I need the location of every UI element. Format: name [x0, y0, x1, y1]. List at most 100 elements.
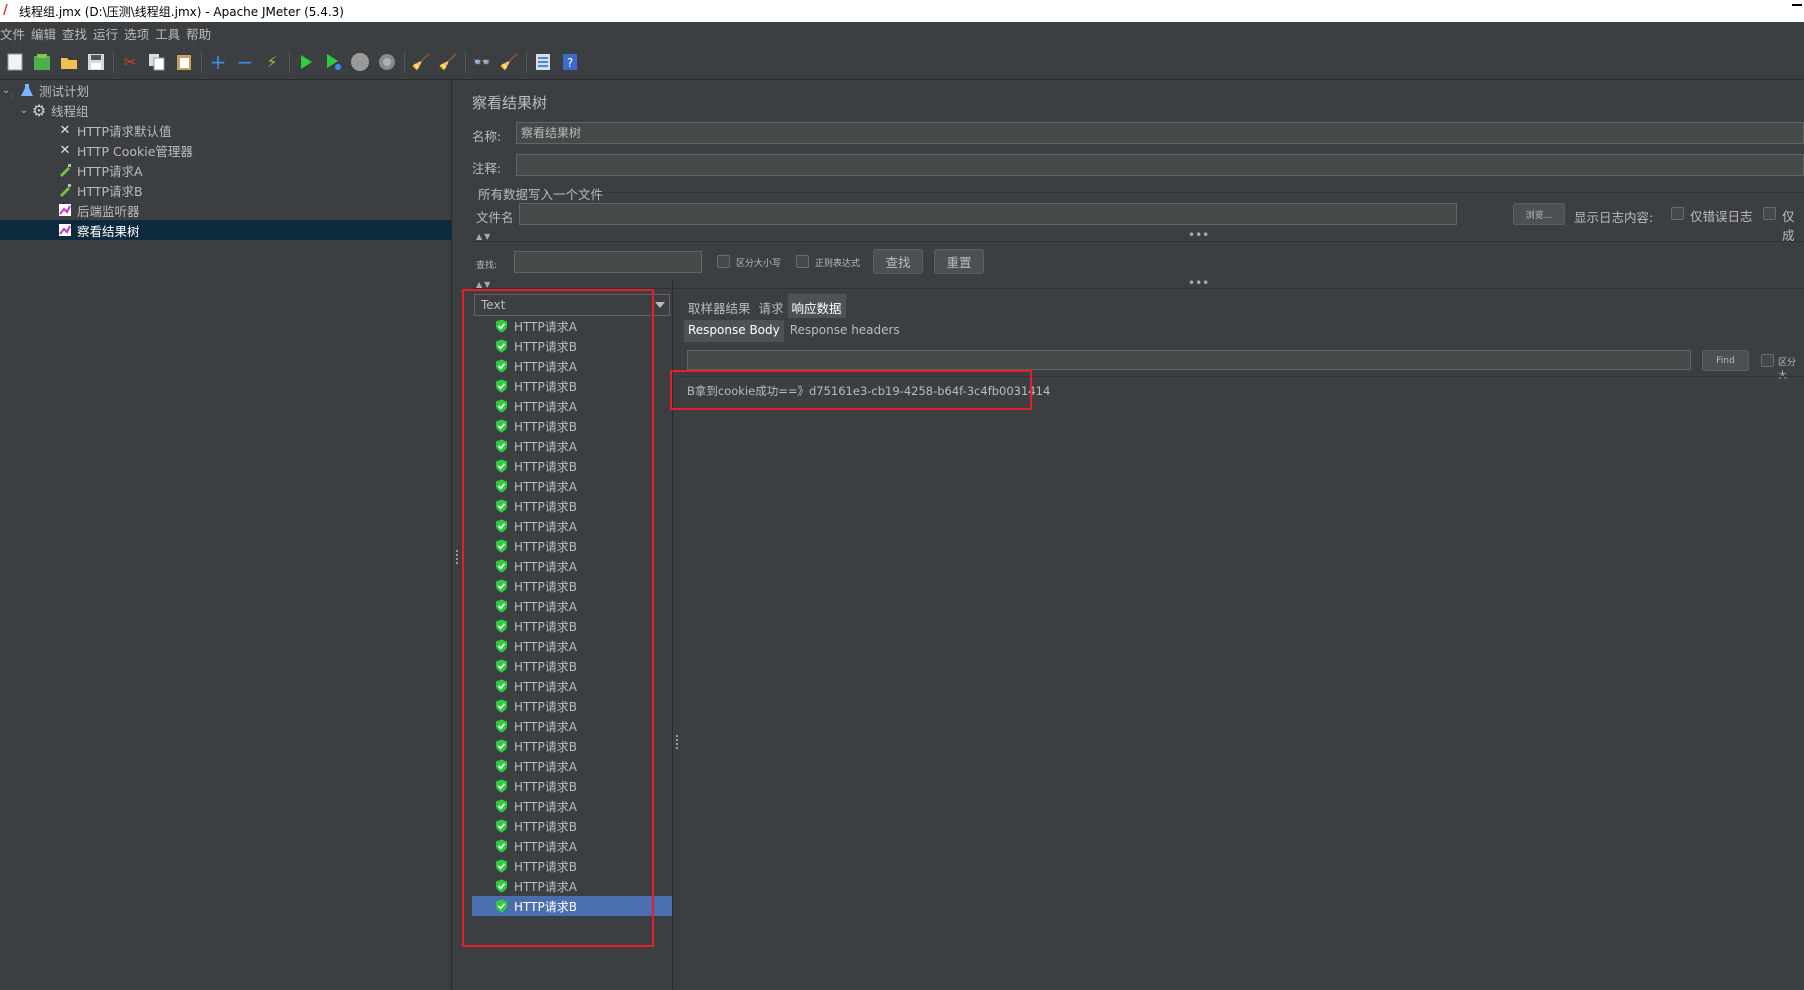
expand-icon[interactable]: + — [207, 50, 229, 74]
menu-run[interactable]: 运行 — [93, 24, 124, 43]
result-row[interactable]: HTTP请求B — [472, 536, 672, 556]
result-row[interactable]: HTTP请求A — [472, 316, 672, 336]
result-row[interactable]: HTTP请求A — [472, 396, 672, 416]
tree-node-view-results-tree[interactable]: 察看结果树 — [0, 220, 452, 240]
result-row[interactable]: HTTP请求A — [472, 756, 672, 776]
errors-only-checkbox[interactable] — [1671, 207, 1684, 220]
result-row[interactable]: HTTP请求A — [472, 836, 672, 856]
collapse-arrows[interactable]: ▲▼ — [476, 232, 492, 241]
result-row[interactable]: HTTP请求B — [472, 736, 672, 756]
result-row[interactable]: HTTP请求A — [472, 716, 672, 736]
result-row[interactable]: HTTP请求A — [472, 596, 672, 616]
result-row[interactable]: HTTP请求B — [472, 456, 672, 476]
stop-icon[interactable] — [349, 51, 371, 73]
search-input[interactable] — [514, 251, 702, 273]
result-row[interactable]: HTTP请求B — [472, 376, 672, 396]
result-row[interactable]: HTTP请求B — [472, 856, 672, 876]
result-row[interactable]: HTTP请求A — [472, 436, 672, 456]
menu-search[interactable]: 查找 — [62, 24, 93, 43]
menu-options[interactable]: 选项 — [124, 24, 155, 43]
menu-tools[interactable]: 工具 — [155, 24, 186, 43]
start-icon[interactable] — [295, 51, 317, 73]
shutdown-icon[interactable] — [376, 51, 398, 73]
response-find-button[interactable]: Find — [1702, 350, 1749, 371]
tree-node-thread-group[interactable]: ⌄ ⚙ 线程组 — [0, 100, 452, 120]
clear-all-icon[interactable]: 🧹 — [437, 51, 459, 73]
renderer-select[interactable]: Text — [474, 294, 670, 316]
result-row[interactable]: HTTP请求A — [472, 796, 672, 816]
result-label: HTTP请求A — [514, 559, 577, 574]
paste-icon[interactable] — [173, 51, 195, 73]
tree-node-test-plan[interactable]: ⌄ 测试计划 — [0, 80, 452, 100]
result-row[interactable]: HTTP请求B — [472, 776, 672, 796]
minimize-icon[interactable] — [1792, 4, 1802, 6]
menu-edit[interactable]: 编辑 — [31, 24, 62, 43]
result-row[interactable]: HTTP请求B — [472, 896, 672, 916]
splitter-grip[interactable] — [456, 550, 458, 564]
tab-sampler-result[interactable]: 取样器结果 — [684, 294, 755, 318]
success-only-checkbox[interactable] — [1763, 207, 1776, 220]
reset-search-icon[interactable]: 🧹 — [498, 51, 520, 73]
response-case-checkbox[interactable] — [1761, 354, 1774, 367]
reset-button[interactable]: 重置 — [934, 249, 984, 274]
result-row[interactable]: HTTP请求B — [472, 656, 672, 676]
start-no-pause-icon[interactable] — [322, 51, 344, 73]
result-label: HTTP请求A — [514, 879, 577, 894]
open-icon[interactable] — [58, 51, 80, 73]
split-grip[interactable]: ••• — [1188, 229, 1209, 241]
clear-icon[interactable]: 🧹 — [410, 51, 432, 73]
filename-input[interactable] — [519, 203, 1457, 225]
comment-input[interactable] — [516, 154, 1804, 176]
find-button[interactable]: 查找 — [873, 249, 923, 274]
result-row[interactable]: HTTP请求A — [472, 356, 672, 376]
result-row[interactable]: HTTP请求B — [472, 336, 672, 356]
regex-checkbox[interactable] — [796, 255, 809, 268]
case-sensitive-checkbox[interactable] — [717, 255, 730, 268]
result-row[interactable]: HTTP请求A — [472, 556, 672, 576]
save-icon[interactable] — [85, 51, 107, 73]
new-icon[interactable] — [4, 51, 26, 73]
toggle-icon[interactable]: ⚡ — [261, 51, 283, 73]
split-grip[interactable]: ••• — [1188, 277, 1209, 289]
result-row[interactable]: HTTP请求A — [472, 876, 672, 896]
result-row[interactable]: HTTP请求A — [472, 636, 672, 656]
templates-icon[interactable] — [31, 51, 53, 73]
tree-node-cookie-manager[interactable]: ✕ HTTP Cookie管理器 — [0, 140, 452, 160]
browse-button[interactable]: 浏览... — [1513, 203, 1565, 225]
result-row[interactable]: HTTP请求B — [472, 576, 672, 596]
result-row[interactable]: HTTP请求B — [472, 416, 672, 436]
chevron-down-icon[interactable]: ⌄ — [0, 85, 12, 96]
tree-node-backend-listener[interactable]: 后端监听器 — [0, 200, 452, 220]
results-splitter[interactable] — [673, 280, 681, 990]
cut-icon[interactable]: ✂ — [119, 51, 141, 73]
copy-icon[interactable] — [146, 51, 168, 73]
main-splitter[interactable] — [453, 80, 461, 990]
help-icon[interactable]: ? — [559, 51, 581, 73]
result-row[interactable]: HTTP请求B — [472, 816, 672, 836]
menu-help[interactable]: 帮助 — [186, 24, 217, 43]
menu-file[interactable]: 文件 — [0, 24, 31, 43]
name-input[interactable]: 察看结果树 — [516, 122, 1804, 144]
chevron-down-icon[interactable] — [655, 302, 665, 308]
result-row[interactable]: HTTP请求B — [472, 496, 672, 516]
response-find-input[interactable] — [687, 350, 1691, 370]
result-row[interactable]: HTTP请求A — [472, 476, 672, 496]
tree-node-http-request-a[interactable]: HTTP请求A — [0, 160, 452, 180]
tab-request[interactable]: 请求 — [755, 294, 788, 318]
collapse-icon[interactable]: − — [234, 50, 256, 74]
splitter-grip[interactable] — [676, 735, 678, 749]
result-row[interactable]: HTTP请求A — [472, 516, 672, 536]
tab-response-body[interactable]: Response Body — [684, 320, 784, 342]
toolbar-separator — [289, 50, 290, 73]
divider — [472, 241, 1804, 242]
tree-node-http-request-b[interactable]: HTTP请求B — [0, 180, 452, 200]
tab-response-headers[interactable]: Response headers — [786, 320, 904, 342]
function-helper-icon[interactable] — [532, 51, 554, 73]
result-row[interactable]: HTTP请求A — [472, 676, 672, 696]
tab-response-data[interactable]: 响应数据 — [787, 294, 846, 318]
result-row[interactable]: HTTP请求B — [472, 696, 672, 716]
tree-node-http-defaults[interactable]: ✕ HTTP请求默认值 — [0, 120, 452, 140]
search-binoculars-icon[interactable]: 👓 — [471, 51, 493, 73]
result-row[interactable]: HTTP请求B — [472, 616, 672, 636]
chevron-down-icon[interactable]: ⌄ — [18, 105, 30, 116]
